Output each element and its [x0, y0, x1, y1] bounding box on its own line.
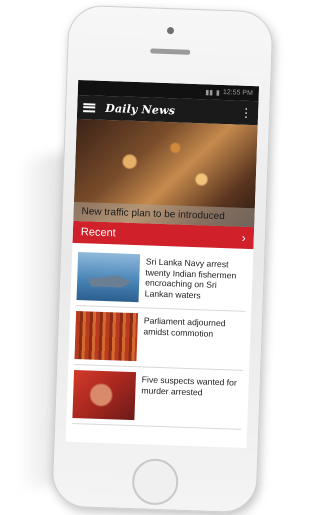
chevron-right-icon: ›	[241, 230, 247, 245]
camera-icon	[166, 27, 175, 35]
signal-icon: ▮▮	[205, 88, 214, 97]
app-logo: Daily News	[105, 101, 176, 117]
phone-screen: ▮▮ ▮ 12:55 PM Daily News ⋮ New traffic p…	[65, 79, 260, 449]
article-thumbnail	[72, 369, 137, 421]
hero-card[interactable]: New traffic plan to be introduced	[73, 118, 258, 228]
article-title: Parliament adjourned amidst commotion	[143, 315, 226, 339]
recent-label: Recent	[80, 226, 116, 240]
list-item[interactable]: Five suspects wanted for murder arrested	[72, 364, 244, 430]
phone-frame: ▮▮ ▮ 12:55 PM Daily News ⋮ New traffic p…	[51, 4, 274, 514]
speaker-grill	[150, 48, 191, 55]
article-thumbnail	[74, 311, 139, 362]
list-item[interactable]: Sri Lanka Navy arrest twenty Indian fish…	[76, 247, 248, 312]
menu-icon[interactable]	[83, 102, 96, 113]
recent-list: Sri Lanka Navy arrest twenty Indian fish…	[66, 243, 253, 434]
battery-icon: ▮	[215, 89, 220, 97]
status-time: 12:55 PM	[222, 89, 253, 98]
home-button[interactable]	[131, 458, 180, 506]
article-title: Five suspects wanted for murder arrested	[141, 374, 237, 397]
article-title: Sri Lanka Navy arrest twenty Indian fish…	[144, 256, 237, 300]
article-thumbnail	[76, 252, 141, 303]
list-item[interactable]: Parliament adjourned amidst commotion	[74, 306, 246, 371]
more-vert-icon[interactable]: ⋮	[240, 106, 252, 120]
